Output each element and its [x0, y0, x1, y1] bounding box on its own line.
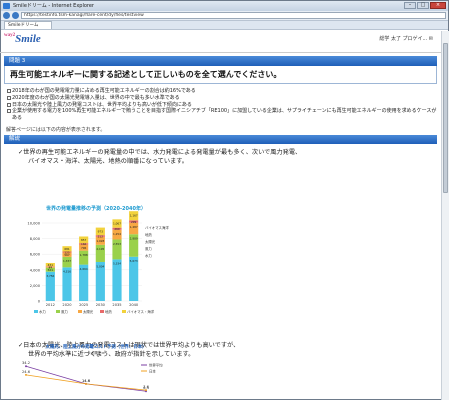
forward-icon[interactable]: [12, 12, 19, 19]
app-header: way2Smile 総学 太了 プロゲイ... ✉: [0, 31, 441, 53]
y-tick-label: 10,000: [27, 222, 40, 226]
data-label: 796: [81, 246, 87, 250]
data-label: 681: [64, 247, 70, 251]
choice-item[interactable]: 企業が使用する電力を100%再生可能エネルギーで賄うことを目指す国際イニシアチブ…: [7, 108, 437, 122]
maximize-button[interactable]: □: [417, 2, 429, 9]
chart-title: 世界の発電量推移の予測（2020-2040年）: [46, 205, 146, 212]
side-label: バイオマス海洋: [145, 225, 169, 230]
close-button[interactable]: ×: [430, 2, 446, 9]
legend-swatch: [122, 310, 126, 313]
legend-label: 地熱: [105, 309, 112, 314]
data-label: 1,337: [63, 259, 71, 263]
y-tick-label: 4,000: [30, 268, 41, 272]
side-label: 太陽光: [145, 239, 156, 244]
x-tick-label: 2040: [129, 303, 139, 307]
data-label: 857: [81, 238, 87, 242]
data-label: 5,334: [113, 262, 121, 266]
generation-forecast-chart: 世界の発電量推移の予測（2020-2040年） 0 2,000 4,000 6,000 8…: [27, 205, 169, 314]
checkbox[interactable]: [7, 95, 11, 100]
title-bar: Smileドリーム - Internet Explorer – □ ×: [1, 1, 448, 11]
side-label: 風力: [145, 246, 152, 251]
data-label: 1,788: [80, 253, 88, 257]
data-label: 5,673: [130, 259, 138, 263]
side-label: 地熱: [145, 232, 152, 237]
legend-label: バイオマス・海洋: [127, 309, 155, 314]
question-title: 再生可能エネルギーに関する記述として正しいものを全て選んでください。: [4, 66, 437, 84]
x-tick-label: 2020: [62, 303, 72, 307]
chart-subtitle: <太陽光>: [88, 350, 105, 355]
x-tick-label: 2030: [96, 303, 106, 307]
legend-swatch: [34, 310, 38, 313]
legend-swatch: [100, 310, 104, 313]
data-label: 14.6: [82, 379, 91, 383]
data-label: 4,316: [63, 270, 71, 274]
user-info[interactable]: 総学 太了 プロゲイ... ✉: [379, 35, 433, 42]
checkbox[interactable]: [7, 109, 11, 114]
url-field[interactable]: https://testinfo.tsm-kanagi/flare-cent/d…: [21, 12, 446, 19]
choice-item[interactable]: 2018年のわが国の発電電力量に占める再生可能エネルギーの割合は約16%である: [7, 88, 437, 95]
question-number-bar: 問題 3: [4, 56, 437, 66]
data-label: 4,664: [80, 267, 88, 271]
data-label: 2,195: [96, 247, 104, 251]
scrollbar-thumb[interactable]: [443, 43, 448, 193]
data-label: 24.6: [22, 370, 31, 374]
legend-swatch: [78, 310, 82, 313]
legend-label: 世界平均: [149, 363, 163, 368]
y-tick-label: 0: [38, 300, 41, 304]
data-label: 2,889: [130, 237, 138, 241]
data-label: 5,004: [96, 264, 104, 268]
data-point: [25, 373, 27, 376]
data-label: 7.6: [143, 385, 149, 389]
data-label: 973: [98, 230, 104, 234]
explanation-paragraph-1: ✓世界の再生可能エネルギーの発電量の中では、水力発電による発電量が最も多く、次い…: [18, 148, 302, 165]
data-label: 3,756: [46, 274, 54, 278]
legend-label: 太陽光: [83, 309, 94, 314]
data-point: [25, 365, 27, 368]
data-label: 299: [131, 220, 137, 224]
y-tick-label: 2,000: [30, 284, 41, 288]
data-point: [145, 389, 147, 392]
answer-note: 解答ページには以下の内容が表示されます。: [6, 126, 106, 133]
data-label: 431: [48, 263, 54, 267]
address-bar: https://testinfo.tsm-kanagi/flare-cent/d…: [1, 11, 448, 21]
browser-tab[interactable]: Smileドリーム: [4, 21, 52, 29]
y-tick-label: 6,000: [30, 253, 41, 257]
legend-swatch: [56, 310, 60, 313]
window-title: Smileドリーム - Internet Explorer: [13, 3, 94, 9]
choice-list: 2018年のわが国の発電電力量に占める再生可能エネルギーの割合は約16%である …: [4, 88, 437, 122]
tab-strip: Smileドリーム: [1, 21, 448, 30]
data-label: 1,487: [130, 225, 138, 229]
x-tick-label: 2012: [46, 303, 55, 307]
app-logo: way2Smile: [4, 33, 41, 45]
minimize-button[interactable]: –: [404, 2, 416, 9]
back-icon[interactable]: [3, 12, 10, 19]
legend-label: 水力: [39, 309, 46, 314]
page-content: way2Smile 総学 太了 プロゲイ... ✉ 問題 3 再生可能エネルギー…: [0, 31, 441, 400]
ie-icon: [3, 3, 10, 9]
data-label: 1,067: [113, 222, 121, 226]
data-label: 1,254: [113, 232, 121, 236]
explanation-bar: 解説: [4, 134, 437, 144]
side-label: 水力: [145, 253, 152, 258]
cost-forecast-chart: 太陽光、陸上風力の発電コスト予測（世界、日本）<太陽光>34.214.66.4世…: [22, 343, 163, 393]
data-label: 1,028: [96, 239, 104, 243]
checkbox[interactable]: [7, 89, 11, 93]
y-tick-label: 8,000: [30, 237, 41, 241]
x-tick-label: 2025: [79, 303, 88, 307]
data-label: 2,553: [113, 242, 121, 246]
legend-label: 日本: [149, 369, 156, 374]
data-point: [85, 382, 87, 385]
x-tick-label: 2035: [112, 303, 121, 307]
data-label: 1,167: [130, 213, 138, 217]
legend-label: 風力: [61, 309, 68, 314]
choice-item[interactable]: 2020年度のわが国の太陽光発電導入量は、世界の中で最も多い水準である: [7, 95, 437, 102]
chart-title: 太陽光、陸上風力の発電コスト予測（世界、日本）: [45, 343, 147, 350]
vertical-scrollbar[interactable]: [441, 31, 449, 400]
data-label: 34.2: [22, 361, 30, 365]
bar-segment: [129, 256, 139, 301]
checkbox[interactable]: [7, 102, 11, 107]
